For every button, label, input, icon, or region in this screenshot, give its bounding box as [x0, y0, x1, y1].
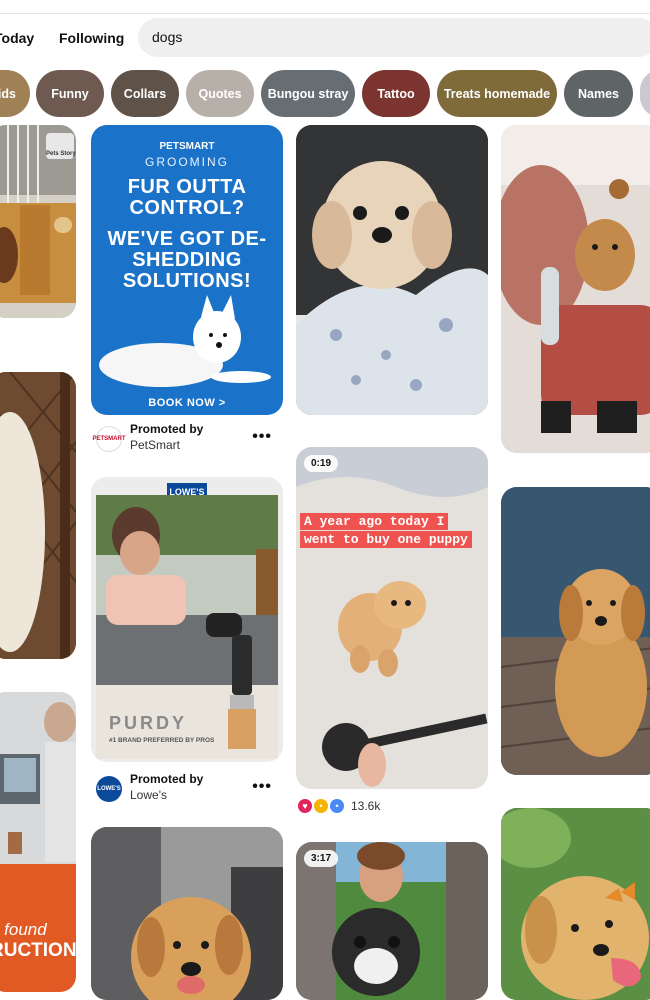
chip-quotes[interactable]: Quotes — [186, 70, 254, 117]
purdy-tagline: #1 BRAND PREFERRED BY PROS — [109, 737, 215, 744]
video-duration: 3:17 — [304, 850, 339, 867]
lowes-avatar[interactable]: LOWE'S — [96, 776, 122, 802]
chip-collars[interactable]: Collars — [111, 70, 179, 117]
video-caption-text: A year ago today I went to buy one puppy — [300, 513, 472, 548]
pin-dog-kennel[interactable]: Pets Story — [0, 125, 76, 318]
chip-label: Collars — [123, 86, 167, 101]
advertiser-name[interactable]: Lowe's — [130, 788, 167, 802]
more-options-icon[interactable]: ••• — [252, 778, 272, 796]
paintbrush-image — [228, 635, 256, 749]
petsmart-grooming: GROOMING — [145, 155, 229, 169]
pin-pug-video[interactable]: 3:17 — [296, 842, 488, 1000]
pets-story-label: Pets Story — [46, 151, 76, 157]
chip-label: Kids — [0, 86, 16, 101]
more-options-icon[interactable]: ••• — [252, 428, 272, 446]
search-query: dogs — [152, 29, 183, 45]
promoted-label: Promoted by — [130, 422, 204, 436]
video-duration: 0:19 — [304, 455, 339, 472]
reaction-count: 13.6k — [351, 799, 381, 813]
pin-golden-puppy-car[interactable] — [91, 827, 283, 1000]
petsmart-headline-2: WE'VE GOT DE-SHEDDING SOLUTIONS! — [107, 228, 267, 292]
search-input[interactable]: dogs — [138, 18, 650, 57]
fluffy-puppy-image — [296, 125, 488, 415]
tab-today[interactable]: Today — [0, 30, 34, 46]
chip-label: Bungou stray — [267, 86, 349, 101]
video-caption: A year ago today I went to buy one puppy — [300, 513, 480, 549]
thanks-icon: • — [330, 799, 344, 813]
purdy-brand: PURDY — [109, 713, 188, 733]
promoted-label: Promoted by — [130, 772, 204, 786]
chip-label: Treats homemade — [443, 86, 551, 101]
top-divider — [0, 13, 650, 14]
puppy-video-image — [296, 447, 488, 789]
chip-funny[interactable]: Funny — [36, 70, 104, 117]
tab-following[interactable]: Following — [59, 30, 124, 46]
lowes-promoted: LOWE'S Promoted by Lowe's ••• — [96, 772, 282, 808]
chip-names[interactable]: Names — [564, 70, 633, 117]
puppy-car-image — [91, 827, 283, 1000]
pin-dog-crate[interactable] — [0, 372, 76, 659]
chip-partial[interactable] — [640, 70, 650, 117]
pin-petsmart-ad[interactable]: PETSMART GROOMING FUR OUTTA CONTROL? WE'… — [91, 125, 283, 415]
petsmart-headline-1: FUR OUTTA CONTROL? — [127, 176, 247, 219]
chip-bungou-stray[interactable]: Bungou stray — [261, 70, 355, 117]
chip-label: Funny — [51, 86, 89, 101]
petsmart-avatar[interactable]: PETSMART — [93, 426, 126, 452]
pin-puppy-video[interactable]: 0:19 A year ago today I went to buy one … — [296, 447, 488, 789]
wow-icon: • — [314, 799, 328, 813]
pin-golden-butterfly[interactable] — [501, 808, 650, 1000]
lab-image — [0, 692, 76, 862]
chip-tattoo[interactable]: Tattoo — [362, 70, 430, 117]
pin-lab-video[interactable]: n found RUCTION — [0, 692, 76, 992]
doodle-bed-image — [501, 125, 650, 453]
chip-label: Tattoo — [377, 86, 415, 101]
pin-lowes-ad[interactable]: LOWE'S PURDY #1 BRAND PREFERRED BY PROS — [91, 477, 283, 762]
banner-line-2: RUCTION — [0, 940, 76, 961]
pin-golden-dock[interactable] — [501, 487, 650, 775]
chip-treats-homemade[interactable]: Treats homemade — [437, 70, 557, 117]
chip-label: Quotes — [198, 86, 242, 101]
reactions-bar[interactable]: ♥ • • 13.6k — [298, 797, 380, 815]
samoyed-image — [99, 295, 271, 387]
top-bar: Today Following dogs — [0, 0, 650, 70]
pin-doodle-bed[interactable] — [501, 125, 650, 453]
petsmart-promoted: PETSMART Promoted by PetSmart ••• — [93, 422, 282, 458]
pin-fluffy-puppy-blanket[interactable] — [296, 125, 488, 415]
golden-dock-image — [501, 487, 650, 775]
banner-line-1: n found — [0, 920, 47, 939]
chip-kids[interactable]: Kids — [0, 70, 30, 117]
book-now-button[interactable]: BOOK NOW > — [91, 397, 283, 409]
chip-label: Names — [578, 86, 619, 101]
petsmart-logo: PETSMART — [159, 141, 215, 152]
golden-butterfly-image — [501, 808, 650, 1000]
heart-icon: ♥ — [298, 799, 312, 813]
related-search-chips: Kids Funny Collars Quotes Bungou stray T… — [0, 70, 650, 118]
orange-banner: n found RUCTION — [0, 864, 76, 992]
dog-crate-image — [0, 372, 76, 659]
advertiser-name[interactable]: PetSmart — [130, 438, 180, 452]
